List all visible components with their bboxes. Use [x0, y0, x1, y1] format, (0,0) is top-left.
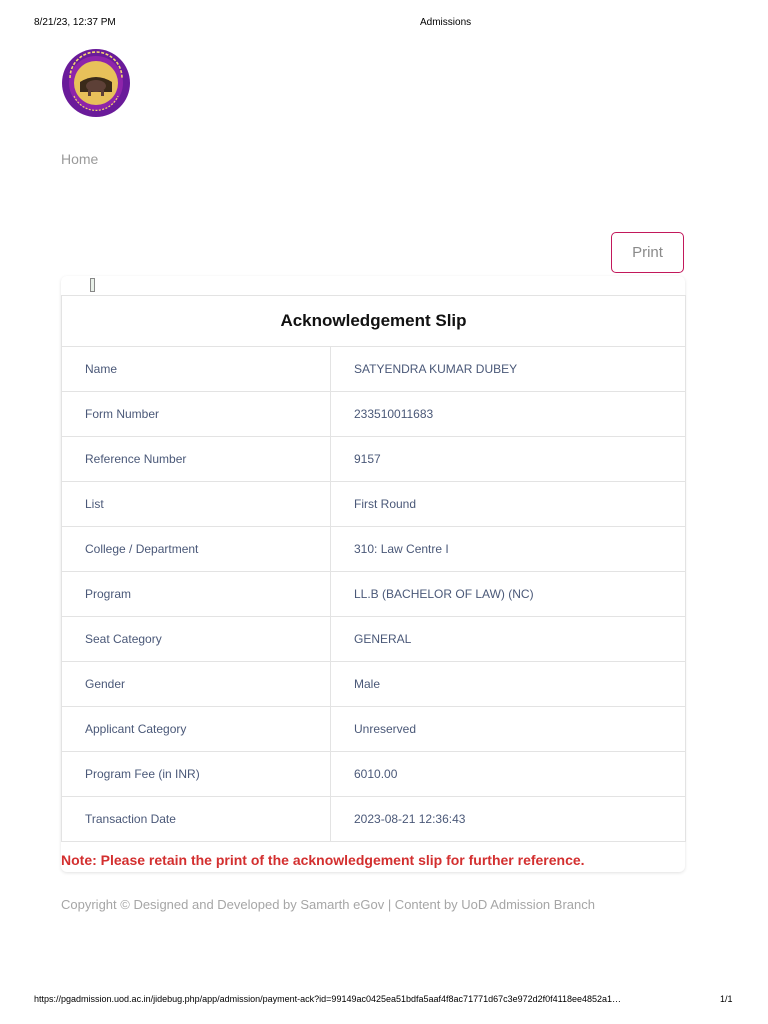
row-label: College / Department: [61, 526, 331, 572]
row-label: Form Number: [61, 391, 331, 437]
table-row: Seat Category GENERAL: [61, 616, 686, 662]
table-row: Reference Number 9157: [61, 436, 686, 482]
row-value: 6010.00: [330, 751, 686, 797]
row-label: Gender: [61, 661, 331, 707]
row-value: SATYENDRA KUMAR DUBEY: [330, 346, 686, 392]
acknowledgement-table: Acknowledgement Slip Name SATYENDRA KUMA…: [61, 295, 686, 842]
row-label: Reference Number: [61, 436, 331, 482]
row-value: 233510011683: [330, 391, 686, 437]
table-row: Transaction Date 2023-08-21 12:36:43: [61, 796, 686, 842]
row-value: First Round: [330, 481, 686, 527]
table-row: Name SATYENDRA KUMAR DUBEY: [61, 346, 686, 392]
table-row: Program Fee (in INR) 6010.00: [61, 751, 686, 797]
retain-print-note: Note: Please retain the print of the ack…: [61, 852, 585, 868]
row-label: Seat Category: [61, 616, 331, 662]
row-label: Program: [61, 571, 331, 617]
row-label: List: [61, 481, 331, 527]
print-header-title: Admissions: [420, 17, 472, 28]
table-row: Applicant Category Unreserved: [61, 706, 686, 752]
row-label: Transaction Date: [61, 796, 331, 842]
row-value: Unreserved: [330, 706, 686, 752]
university-seal-icon: [62, 49, 130, 117]
broken-image-icon: [90, 278, 95, 292]
university-logo[interactable]: [60, 48, 132, 118]
print-header-datetime: 8/21/23, 12:37 PM: [34, 17, 116, 28]
row-label: Applicant Category: [61, 706, 331, 752]
row-label: Program Fee (in INR): [61, 751, 331, 797]
row-value: Male: [330, 661, 686, 707]
table-row: Gender Male: [61, 661, 686, 707]
row-label: Name: [61, 346, 331, 392]
table-row: College / Department 310: Law Centre I: [61, 526, 686, 572]
print-button[interactable]: Print: [611, 232, 684, 273]
row-value: LL.B (BACHELOR OF LAW) (NC): [330, 571, 686, 617]
row-value: 2023-08-21 12:36:43: [330, 796, 686, 842]
print-footer-page-number: 1/1: [720, 994, 733, 1004]
copyright-text: Copyright © Designed and Developed by Sa…: [61, 897, 595, 912]
table-row: Form Number 233510011683: [61, 391, 686, 437]
row-value: GENERAL: [330, 616, 686, 662]
slip-title: Acknowledgement Slip: [61, 295, 686, 347]
table-row: List First Round: [61, 481, 686, 527]
row-value: 310: Law Centre I: [330, 526, 686, 572]
table-row: Program LL.B (BACHELOR OF LAW) (NC): [61, 571, 686, 617]
nav-home-link[interactable]: Home: [61, 151, 98, 167]
print-footer-url: https://pgadmission.uod.ac.in/jidebug.ph…: [34, 994, 622, 1004]
row-value: 9157: [330, 436, 686, 482]
